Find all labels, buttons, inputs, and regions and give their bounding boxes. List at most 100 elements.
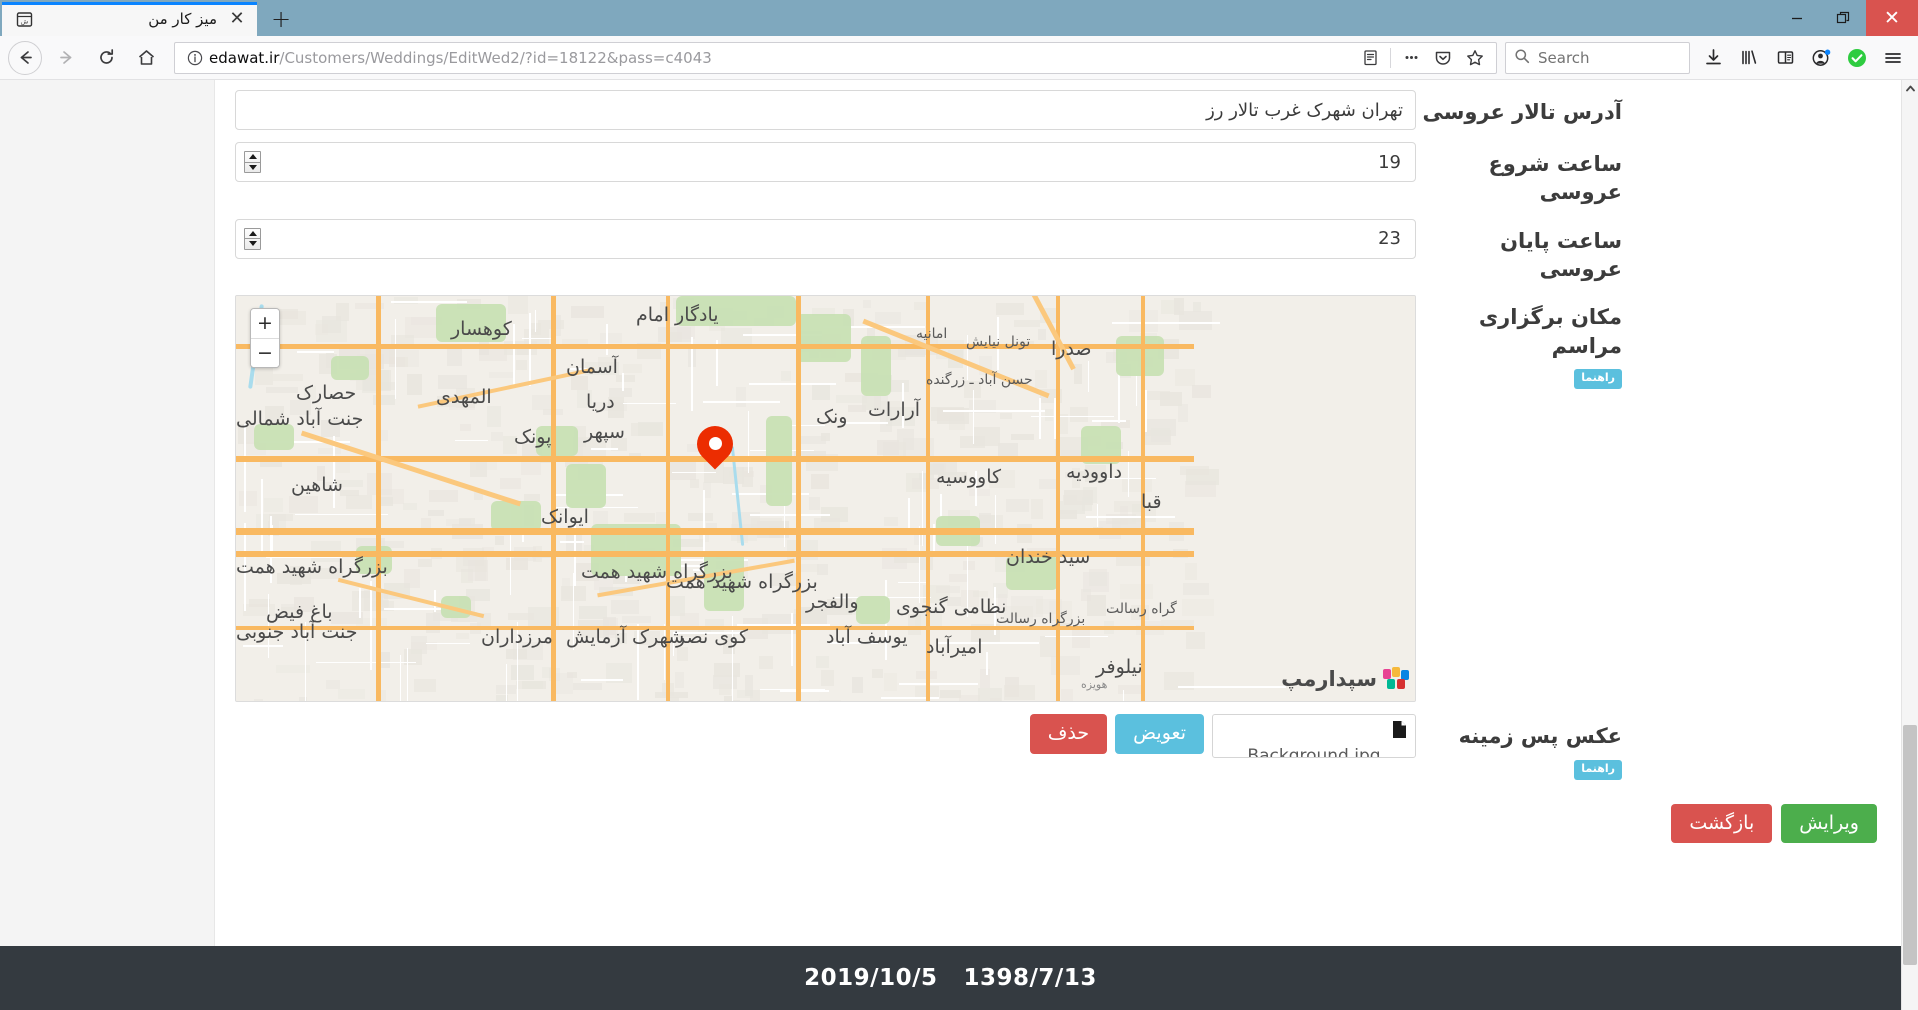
- map-feature: [404, 569, 420, 589]
- back-button[interactable]: بازگشت: [1671, 803, 1773, 844]
- search-input[interactable]: Search: [1538, 49, 1590, 67]
- start-time-stepper[interactable]: [244, 151, 261, 173]
- minimize-icon[interactable]: [1774, 2, 1820, 34]
- maximize-icon[interactable]: [1820, 2, 1866, 34]
- footer-date-jalali: 1398/7/13: [963, 965, 1097, 991]
- window-close-button[interactable]: ✕: [1866, 0, 1918, 36]
- map-feature: [507, 296, 528, 314]
- reader-mode-icon[interactable]: [1355, 44, 1385, 72]
- page-actions-icon[interactable]: [1396, 44, 1426, 72]
- zoom-in-button[interactable]: +: [251, 309, 279, 339]
- map-provider-name: سپدارمپ: [1281, 667, 1377, 692]
- background-image-control: حذف تعویض Background.jpg: [235, 714, 1416, 759]
- map-label: بزرگراه شهید همت: [666, 571, 818, 594]
- delete-button[interactable]: حذف: [1029, 714, 1108, 755]
- map-feature: [897, 429, 914, 451]
- map-feature: [1179, 465, 1209, 476]
- address-input[interactable]: [235, 90, 1416, 130]
- start-time-control: [235, 142, 1416, 182]
- map-feature: [1031, 499, 1043, 520]
- library-icon[interactable]: [1732, 41, 1766, 75]
- map-feature: [266, 386, 298, 393]
- map-feature: [261, 479, 263, 557]
- file-preview-box[interactable]: Background.jpg: [1212, 714, 1416, 759]
- map-feature: [1063, 495, 1078, 502]
- venue-map[interactable]: حصارک کوهسار یادگار امام آسمان دریا المهدی سپه…: [235, 295, 1416, 703]
- form-row-background-image: حذف تعویض Background.jpg عکس پس زمینه را…: [215, 714, 1901, 780]
- stepper-up-icon[interactable]: [245, 229, 260, 239]
- map-feature: [749, 690, 760, 702]
- window-controls: ✕: [1774, 0, 1918, 36]
- map-feature: [654, 691, 688, 699]
- map-label: یوسف آباد: [826, 626, 908, 649]
- map-feature: [615, 374, 635, 382]
- map-feature: [760, 688, 826, 691]
- map-feature: [884, 672, 898, 691]
- map-feature: [821, 670, 834, 686]
- map-label: شهرک آزمایش: [566, 626, 685, 649]
- map-canvas[interactable]: حصارک کوهسار یادگار امام آسمان دریا المهدی سپه…: [236, 296, 1415, 702]
- end-time-stepper[interactable]: [244, 227, 261, 250]
- map-feature: [940, 690, 961, 698]
- form-row-address: آدرس تالار عروسی: [215, 90, 1901, 130]
- map-feature: [999, 413, 1012, 420]
- venue-marker-icon[interactable]: [689, 418, 741, 474]
- scrollbar-thumb[interactable]: [1903, 725, 1917, 965]
- url-path: /Customers/Weddings/EditWed2/?id=18122&p…: [279, 48, 712, 67]
- background-image-label-text: عکس پس زمینه: [1458, 724, 1622, 749]
- map-feature: [820, 433, 830, 442]
- map-feature: [622, 616, 651, 624]
- zoom-out-button[interactable]: −: [251, 338, 279, 368]
- status-check-icon[interactable]: [1840, 41, 1874, 75]
- end-time-input[interactable]: [235, 218, 1416, 259]
- stepper-up-icon[interactable]: [245, 152, 260, 162]
- page-scrollbar[interactable]: [1901, 80, 1918, 1010]
- map-feature: [390, 301, 468, 303]
- start-time-input[interactable]: [235, 142, 1416, 182]
- map-label: جنت آباد شمالی: [236, 408, 364, 431]
- close-icon[interactable]: ✕: [225, 7, 249, 31]
- map-feature: [500, 478, 522, 489]
- menu-icon[interactable]: [1876, 41, 1910, 75]
- map-label: حسن آباد ـ زرگنده: [926, 372, 1033, 389]
- map-label: دریا: [586, 391, 615, 414]
- map-feature: [1144, 429, 1171, 445]
- end-time-control: [235, 218, 1416, 259]
- site-info-icon[interactable]: [181, 50, 209, 66]
- venue-map-control: حصارک کوهسار یادگار امام آسمان دریا المهدی سپه…: [235, 295, 1416, 703]
- map-feature: [490, 431, 503, 441]
- start-time-label: ساعت شروع عروسی: [1488, 152, 1622, 205]
- map-feature: [1005, 498, 1029, 513]
- sidebar-icon[interactable]: [1768, 41, 1802, 75]
- stepper-down-icon[interactable]: [245, 238, 260, 249]
- stepper-down-icon[interactable]: [245, 161, 260, 173]
- edit-button[interactable]: ویرایش: [1781, 803, 1877, 844]
- search-bar[interactable]: Search: [1505, 41, 1690, 74]
- reload-icon[interactable]: [86, 39, 126, 77]
- replace-button[interactable]: تعویض: [1115, 714, 1204, 755]
- map-feature: [273, 374, 303, 382]
- downloads-icon[interactable]: [1696, 41, 1730, 75]
- map-feature: [580, 678, 624, 681]
- back-icon[interactable]: [8, 40, 42, 75]
- venue-hint-badge[interactable]: راهنما: [1574, 369, 1622, 389]
- bookmark-star-icon[interactable]: [1460, 44, 1490, 72]
- new-tab-button[interactable]: +: [263, 3, 299, 35]
- map-zoom-controls: + −: [250, 308, 280, 369]
- background-hint-badge[interactable]: راهنما: [1574, 759, 1622, 780]
- browser-tab[interactable]: ش میز کار من ✕: [2, 2, 257, 36]
- map-watermark: سپدارمپ: [1281, 667, 1409, 691]
- account-icon[interactable]: [1804, 41, 1838, 75]
- map-feature: [898, 683, 978, 685]
- pocket-icon[interactable]: [1428, 44, 1458, 72]
- map-feature: [388, 357, 406, 367]
- map-feature: [843, 421, 889, 424]
- map-feature: [570, 305, 604, 319]
- url-bar[interactable]: edawat.ir/Customers/Weddings/EditWed2/?i…: [174, 41, 1497, 74]
- home-icon[interactable]: [126, 39, 166, 77]
- map-feature: [702, 401, 781, 403]
- scroll-up-icon[interactable]: [1902, 80, 1918, 97]
- map-feature: [243, 645, 284, 648]
- map-feature: [1013, 319, 1041, 328]
- map-feature: [524, 494, 540, 502]
